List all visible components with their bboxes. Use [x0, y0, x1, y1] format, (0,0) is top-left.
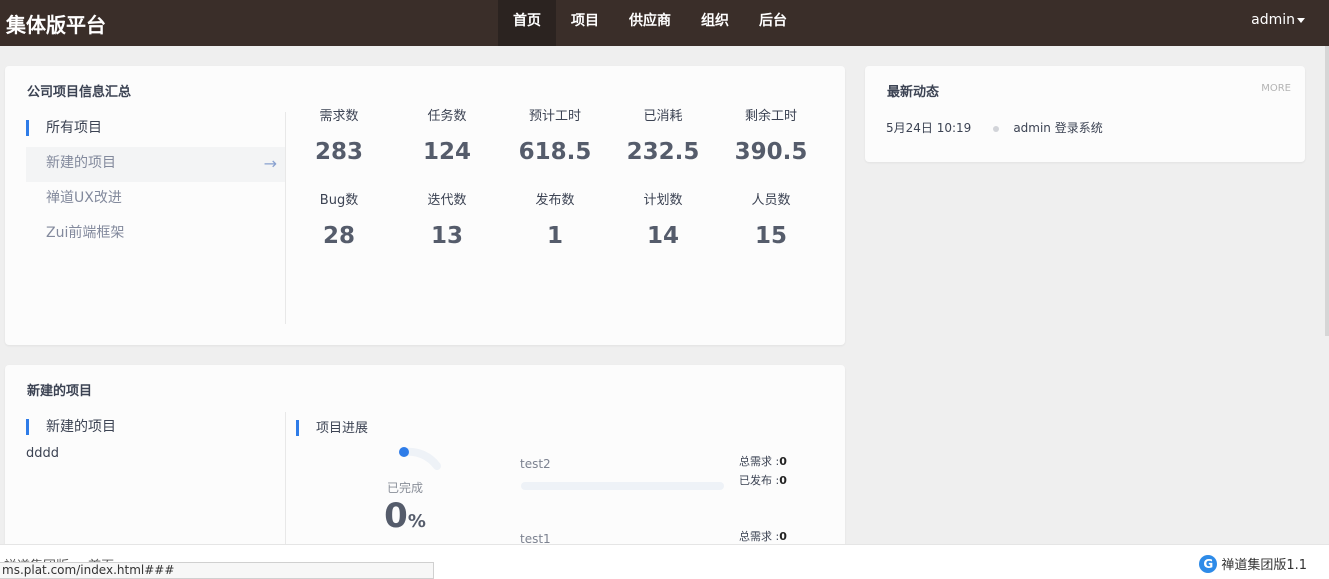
stat-value: 232.5: [626, 139, 700, 165]
nav-admin[interactable]: 后台: [744, 0, 802, 46]
release-label: 已发布 :: [739, 474, 780, 487]
dot-icon: [993, 125, 1000, 132]
project-item-label: 禅道UX改进: [46, 190, 122, 206]
project-row-name[interactable]: test2: [520, 457, 551, 471]
stat-value: 15: [754, 223, 787, 249]
project-item-ux[interactable]: 禅道UX改进: [26, 182, 285, 217]
stat-label: 计划数: [643, 193, 683, 208]
more-link[interactable]: MORE: [1261, 83, 1291, 94]
version-badge[interactable]: G 禅道集团版1.1: [1199, 554, 1307, 573]
nav-projects[interactable]: 项目: [556, 0, 614, 46]
stat-value: 13: [430, 223, 463, 249]
nav-home[interactable]: 首页: [498, 0, 556, 46]
stat-label: 需求数: [319, 109, 359, 124]
brand-title[interactable]: 集体版平台: [6, 9, 106, 38]
divider: [285, 412, 286, 555]
panel-title: 最新动态: [887, 85, 940, 100]
main-nav: 首页 项目 供应商 组织 后台: [498, 0, 802, 46]
done-unit: %: [407, 511, 426, 532]
project-item-new[interactable]: 新建的项目 →: [26, 147, 285, 182]
stat-value: 283: [314, 139, 363, 165]
progress-ring-track: [401, 447, 441, 470]
progress-ring-marker: [399, 447, 409, 457]
stat-tasks: 任务数 124: [393, 106, 501, 170]
new-project-panel: 新建的项目 新建的项目 dddd 项目进展 已完成 0% test2 总需求 :…: [5, 365, 845, 555]
req-value: 0: [779, 455, 787, 468]
stat-releases: 发布数 1: [501, 190, 609, 254]
project-item-label: 新建的项目: [46, 155, 116, 171]
stat-members: 人员数 15: [717, 190, 825, 254]
done-label: 已完成: [386, 481, 423, 495]
project-section-header[interactable]: 新建的项目: [26, 419, 116, 436]
news-text: admin 登录系统: [1013, 121, 1103, 135]
progress-header: 项目进展: [296, 420, 368, 437]
req-label: 总需求 :: [739, 455, 780, 468]
user-name: admin: [1251, 12, 1295, 28]
stat-value: 28: [322, 223, 355, 249]
stat-requirements: 需求数 283: [285, 106, 393, 170]
stat-label: 已消耗: [643, 109, 683, 124]
project-name[interactable]: dddd: [26, 446, 59, 461]
nav-organization[interactable]: 组织: [686, 0, 744, 46]
latest-news-panel: 最新动态 MORE 5月24日 10:19 admin 登录系统: [865, 66, 1305, 162]
project-item-label: Zui前端框架: [46, 225, 125, 241]
stat-plans: 计划数 14: [609, 190, 717, 254]
stat-label: 预计工时: [528, 109, 581, 124]
project-progress-bar: [521, 482, 724, 490]
news-time: 5月24日 10:19: [886, 121, 972, 135]
project-item-zui[interactable]: Zui前端框架: [26, 217, 285, 252]
project-row-meta: 总需求 :0 已发布 :0: [739, 452, 787, 490]
stat-remaining: 剩余工时 390.5: [717, 106, 825, 170]
project-item-all[interactable]: 所有项目: [26, 112, 285, 147]
news-item[interactable]: 5月24日 10:19 admin 登录系统: [886, 119, 1286, 136]
browser-status-url: ms.plat.com/index.html###: [0, 562, 434, 579]
project-list: 所有项目 新建的项目 → 禅道UX改进 Zui前端框架: [26, 112, 285, 252]
stat-value: 14: [646, 223, 679, 249]
top-navbar: 集体版平台 首页 项目 供应商 组织 后台 admin: [0, 0, 1329, 46]
done-number: 0: [384, 496, 408, 536]
scrollbar[interactable]: [1325, 46, 1329, 336]
stat-label: 任务数: [427, 109, 467, 124]
req-label: 总需求 :: [739, 530, 780, 543]
stat-estimate: 预计工时 618.5: [501, 106, 609, 170]
user-menu[interactable]: admin: [1251, 12, 1305, 28]
stat-value: 124: [422, 139, 471, 165]
stats-grid: 需求数 283 任务数 124 预计工时 618.5 已消耗 232.5 剩余工时 390…: [285, 106, 825, 254]
stat-value: 390.5: [734, 139, 808, 165]
stat-label: 剩余工时: [744, 109, 797, 124]
stat-consumed: 已消耗 232.5: [609, 106, 717, 170]
done-value: 0%: [365, 496, 445, 536]
caret-down-icon: [1297, 17, 1305, 23]
stat-value: 618.5: [518, 139, 592, 165]
arrow-right-icon: →: [263, 154, 277, 173]
req-value: 0: [779, 530, 787, 543]
release-value: 0: [779, 474, 787, 487]
company-summary-panel: 公司项目信息汇总 所有项目 新建的项目 → 禅道UX改进 Zui前端框架 需求数 2…: [5, 66, 845, 345]
zentao-logo-icon: G: [1199, 554, 1218, 573]
version-text: 禅道集团版1.1: [1221, 558, 1307, 573]
stat-label: 人员数: [751, 193, 791, 208]
stat-label: Bug数: [319, 193, 359, 208]
panel-title: 新建的项目: [27, 384, 93, 399]
stat-iterations: 迭代数 13: [393, 190, 501, 254]
stat-bugs: Bug数 28: [285, 190, 393, 254]
stat-label: 发布数: [535, 193, 575, 208]
stat-value: 1: [546, 223, 563, 249]
nav-suppliers[interactable]: 供应商: [614, 0, 686, 46]
panel-title: 公司项目信息汇总: [27, 85, 132, 100]
stat-label: 迭代数: [427, 193, 467, 208]
project-item-label: 所有项目: [46, 120, 102, 136]
